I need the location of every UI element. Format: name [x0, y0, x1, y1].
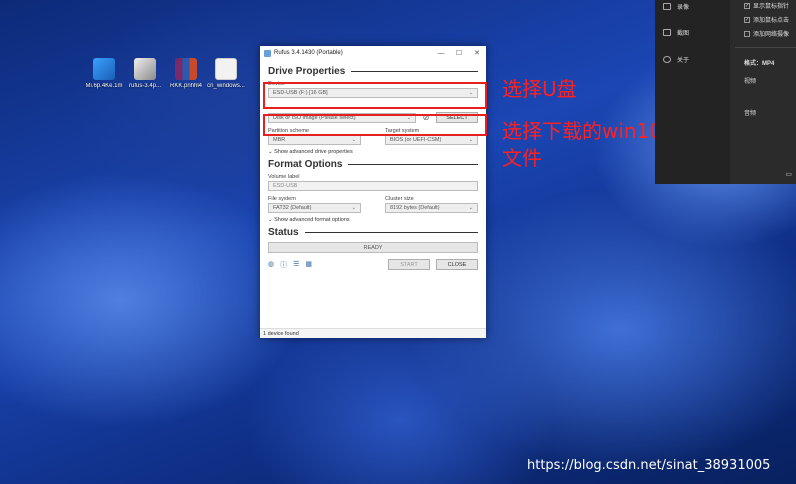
nav-label: 录像 — [677, 5, 690, 11]
watermark: https://blog.csdn.net/sinat_38931005 — [527, 458, 771, 473]
video-label: 视频 — [744, 79, 757, 85]
section-title: Drive Properties — [268, 66, 346, 77]
format-label: 格式：MP4 — [744, 61, 775, 67]
annotation-select-usb: 选择U盘 — [502, 77, 577, 101]
rufus-app-icon — [264, 49, 271, 57]
info-icon[interactable]: ⓘ — [280, 260, 287, 270]
chat-icon[interactable]: ▭ — [785, 170, 792, 178]
desktop-icon-4[interactable]: cn_windows... — [206, 58, 246, 89]
drive-properties-heading: Drive Properties — [268, 66, 478, 77]
file-system-dropdown[interactable]: FAT32 (Default) ⌄ — [268, 203, 361, 213]
volume-label-label: Volume label — [268, 174, 300, 180]
close-button[interactable]: CLOSE — [436, 259, 478, 270]
boot-selection-highlight-box — [263, 114, 487, 136]
recorder-nav-screenshot[interactable]: 截图 — [663, 28, 689, 37]
show-advanced-drive-toggle[interactable]: ⌄ Show advanced drive properties — [268, 149, 478, 155]
chevron-down-icon: ⌄ — [351, 137, 356, 143]
status-bar: 1 device found — [260, 328, 486, 338]
option-label: 添加网络摄像 — [753, 32, 790, 38]
audio-label: 音频 — [744, 111, 757, 117]
info-icon — [663, 56, 671, 63]
cluster-size-dropdown[interactable]: 8192 bytes (Default) ⌄ — [385, 203, 478, 213]
desktop-icon-1[interactable]: Mi.6p.4Ke.1m — [84, 58, 124, 89]
option-label: 添加鼠标点击 — [753, 18, 790, 24]
window-title: Rufus 3.4.1430 (Portable) — [274, 50, 343, 56]
checkbox-checked-icon: ✓ — [744, 16, 750, 23]
recorder-nav-about[interactable]: 关于 — [663, 55, 689, 64]
nav-label: 截图 — [677, 31, 690, 37]
start-button[interactable]: START — [388, 259, 430, 270]
chevron-down-icon: ⌄ — [468, 205, 473, 211]
chevron-down-icon: ⌄ — [468, 137, 473, 143]
toggle-label: Show advanced format options — [274, 217, 350, 223]
cluster-size-label: Cluster size — [385, 196, 414, 202]
minimize-button[interactable]: — — [432, 50, 450, 57]
checkbox-checked-icon: ✓ — [744, 2, 750, 9]
show-cursor-option[interactable]: ✓ 显示鼠标指针 — [744, 1, 789, 10]
section-title: Status — [268, 227, 299, 238]
archive-icon — [175, 58, 197, 80]
status-heading: Status — [268, 227, 478, 238]
partition-scheme-value: MBR — [273, 137, 286, 143]
add-click-option[interactable]: ✓ 添加鼠标点击 — [744, 15, 789, 24]
device-highlight-box — [263, 82, 487, 109]
globe-icon[interactable]: ◍ — [268, 260, 274, 270]
usb-drive-icon — [134, 58, 156, 80]
format-options-heading: Format Options — [268, 159, 478, 170]
desktop-icon-label: rufus-3.4p... — [128, 83, 161, 89]
desktop-icon-3[interactable]: RKK.pnhhl4 — [166, 58, 206, 89]
checkbox-icon — [744, 30, 750, 37]
maximize-button[interactable]: ☐ — [450, 49, 468, 57]
target-system-dropdown[interactable]: BIOS (or UEFI-CSM) ⌄ — [385, 135, 478, 145]
file-system-value: FAT32 (Default) — [273, 205, 312, 211]
volume-label-input[interactable]: ESD-USB — [268, 181, 478, 191]
camera-icon — [663, 3, 671, 10]
show-advanced-format-toggle[interactable]: ⌄ Show advanced format options — [268, 217, 478, 223]
partition-scheme-dropdown[interactable]: MBR ⌄ — [268, 135, 361, 145]
option-label: 显示鼠标指针 — [753, 4, 790, 10]
log-icon[interactable]: ▦ — [305, 260, 312, 270]
installer-icon — [93, 58, 115, 80]
desktop-icon-label: Mi.6p.4Ke.1m — [85, 83, 123, 89]
target-system-value: BIOS (or UEFI-CSM) — [390, 137, 442, 143]
disc-image-icon — [215, 58, 237, 80]
file-system-label: File system — [268, 196, 296, 202]
cluster-size-value: 8192 bytes (Default) — [390, 205, 440, 211]
section-title: Format Options — [268, 159, 343, 170]
settings-icon[interactable]: ☰ — [293, 260, 299, 270]
status-progress-bar: READY — [268, 242, 478, 253]
screenshot-icon — [663, 29, 671, 36]
recorder-nav-record[interactable]: 录像 — [663, 2, 689, 11]
close-window-button[interactable]: ✕ — [468, 49, 486, 57]
desktop-icon-2[interactable]: rufus-3.4p... — [125, 58, 165, 89]
add-webcam-option[interactable]: 添加网络摄像 — [744, 29, 789, 38]
chevron-down-icon: ⌄ — [351, 205, 356, 211]
desktop-icon-label: cn_windows... — [207, 83, 245, 89]
title-bar: Rufus 3.4.1430 (Portable) — ☐ ✕ — [260, 46, 486, 60]
nav-label: 关于 — [677, 58, 690, 64]
desktop-icon-label: RKK.pnhhl4 — [169, 83, 203, 89]
toggle-label: Show advanced drive properties — [274, 149, 353, 155]
screen-recorder-panel: 录像 截图 关于 ✓ 显示鼠标指针 ✓ 添加鼠标点击 添加网络摄像 格式：MP4 视… — [655, 0, 796, 184]
